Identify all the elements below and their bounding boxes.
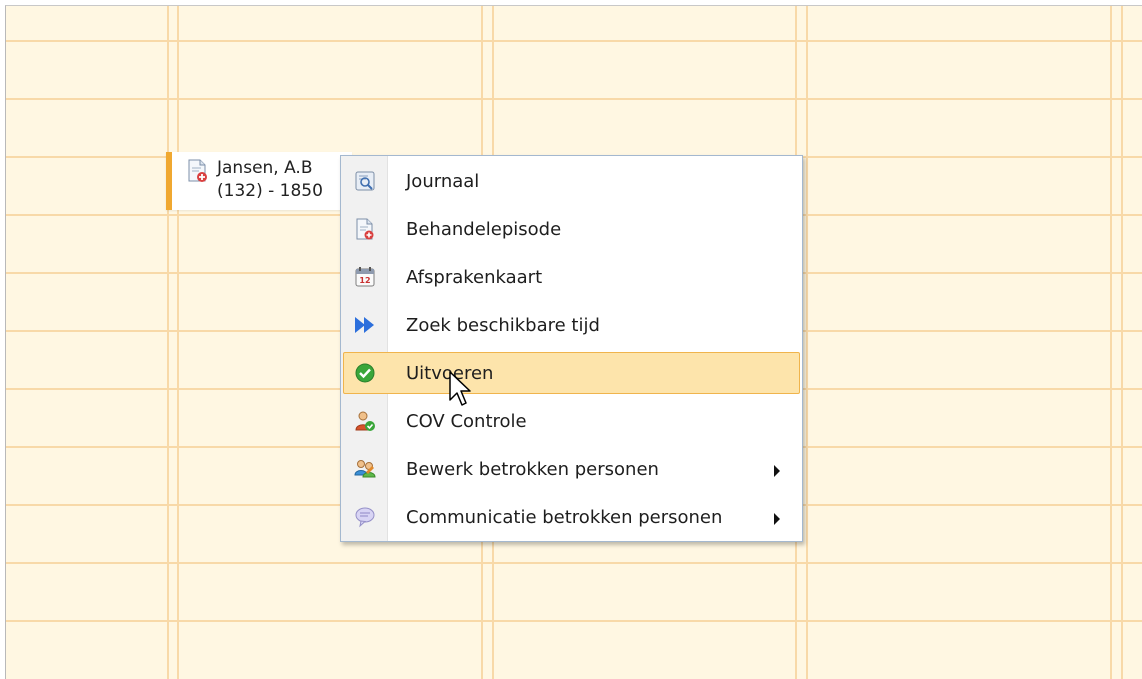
menu-item-label: Bewerk betrokken personen (406, 459, 659, 480)
grid-column-divider (806, 6, 808, 679)
menu-item-journaal[interactable]: Journaal (341, 159, 802, 205)
submenu-arrow-icon (774, 465, 780, 477)
svg-text:12: 12 (359, 276, 370, 285)
submenu-arrow-icon (774, 513, 780, 525)
menu-item-label: COV Controle (406, 411, 527, 432)
check-circle-icon (355, 363, 375, 383)
context-menu: Journaal Behandelepisode 12 Afsprakenkaa… (340, 155, 803, 542)
appointment-block[interactable]: Jansen, A.B (132) - 1850 (166, 152, 352, 210)
menu-item-afsprakenkaart[interactable]: 12 Afsprakenkaart (341, 255, 802, 301)
grid-row-divider (6, 562, 1142, 564)
menu-item-label: Behandelepisode (406, 219, 562, 240)
document-add-icon (356, 218, 374, 240)
mouse-pointer-icon (449, 371, 471, 406)
grid-column-divider (167, 6, 169, 679)
document-add-icon (188, 159, 207, 182)
calendar-icon: 12 (355, 267, 375, 287)
people-edit-icon (354, 460, 376, 478)
journal-icon (355, 171, 375, 191)
menu-item-bewerk-betrokken-personen[interactable]: Bewerk betrokken personen (341, 447, 802, 493)
menu-item-label: Zoek beschikbare tijd (406, 315, 600, 336)
grid-column-divider (1110, 6, 1112, 679)
menu-item-label: Communicatie betrokken personen (406, 507, 723, 528)
person-check-icon (355, 411, 375, 431)
appointment-details: (132) - 1850 (217, 181, 323, 201)
speech-bubble-icon (355, 507, 375, 528)
menu-item-label: Journaal (406, 171, 480, 192)
menu-item-cov-controle[interactable]: COV Controle (341, 399, 802, 445)
menu-item-label: Afsprakenkaart (406, 267, 543, 288)
menu-item-uitvoeren[interactable]: Uitvoeren (341, 351, 802, 397)
menu-item-zoek-beschikbare-tijd[interactable]: Zoek beschikbare tijd (341, 303, 802, 349)
menu-item-behandelepisode[interactable]: Behandelepisode (341, 207, 802, 253)
menu-item-communicatie-betrokken-personen[interactable]: Communicatie betrokken personen (341, 495, 802, 541)
appointment-patient-name: Jansen, A.B (217, 158, 313, 178)
fast-forward-icon (355, 317, 374, 333)
grid-column-divider (1121, 6, 1123, 679)
grid-row-divider (6, 98, 1142, 100)
grid-row-divider (6, 620, 1142, 622)
grid-row-divider (6, 40, 1142, 42)
grid-column-divider (177, 6, 179, 679)
